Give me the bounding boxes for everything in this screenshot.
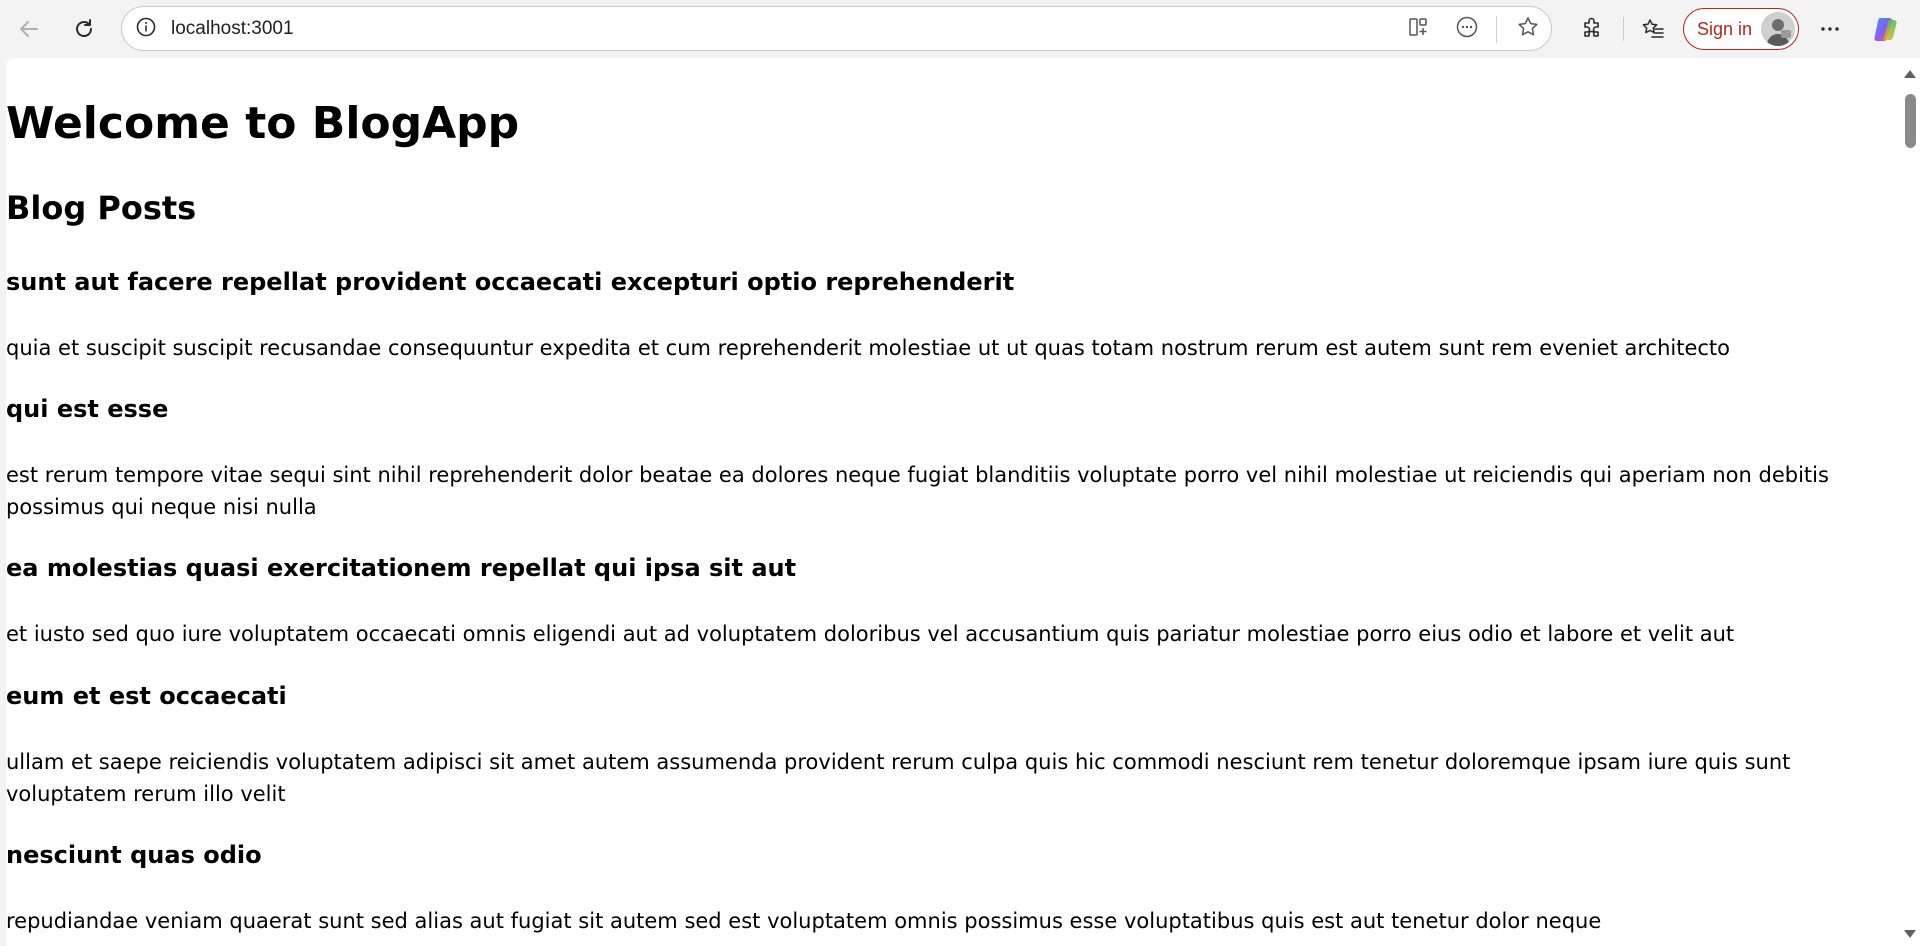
favorite-button[interactable] [1512, 13, 1544, 45]
favorites-icon [1640, 16, 1666, 42]
toolbar-divider [1623, 17, 1624, 41]
url-text[interactable]: localhost:3001 [171, 18, 294, 40]
post-title: sunt aut facere repellat provident occae… [6, 268, 1015, 296]
scroll-up-arrow[interactable] [1904, 70, 1916, 78]
post-title: ea molestias quasi exercitationem repell… [6, 554, 797, 582]
extensions-button[interactable] [1575, 12, 1609, 46]
copilot-icon [1871, 14, 1901, 44]
split-screen-icon [1407, 16, 1429, 42]
address-divider [1496, 16, 1497, 43]
post-title: eum et est occaecati [6, 682, 287, 710]
refresh-button[interactable] [67, 12, 101, 46]
profile-avatar [1761, 12, 1795, 46]
more-tools-button[interactable] [1451, 13, 1483, 45]
page-viewport: Welcome to BlogApp Blog Posts sunt aut f… [6, 58, 1920, 946]
post-title: nesciunt quas odio [6, 841, 262, 869]
copilot-button[interactable] [1869, 12, 1903, 46]
browser-toolbar: localhost:3001 Sign in [0, 0, 1920, 58]
settings-more-button[interactable] [1813, 12, 1847, 46]
more-tools-icon [1455, 15, 1479, 43]
scroll-down-arrow[interactable] [1904, 930, 1916, 938]
scroll-thumb[interactable] [1905, 94, 1916, 148]
vertical-scrollbar[interactable] [1900, 58, 1920, 946]
extensions-icon [1579, 16, 1605, 42]
site-info-button[interactable] [130, 13, 162, 45]
site-info-icon [135, 16, 157, 42]
section-title: Blog Posts [6, 189, 197, 227]
post-body: repudiandae veniam quaerat sunt sed alia… [6, 909, 1602, 933]
post-body: ullam et saepe reiciendis voluptatem adi… [6, 750, 1791, 806]
post-body: est rerum tempore vitae sequi sint nihil… [6, 463, 1829, 519]
split-screen-button[interactable] [1402, 13, 1434, 45]
refresh-icon [71, 16, 97, 42]
page-title: Welcome to BlogApp [6, 98, 520, 149]
signin-button[interactable]: Sign in [1683, 8, 1799, 50]
post-title: qui est esse [6, 395, 169, 423]
favorites-button[interactable] [1636, 12, 1670, 46]
address-bar[interactable]: localhost:3001 [121, 6, 1552, 51]
favorite-star-icon [1516, 15, 1540, 43]
post-body: et iusto sed quo iure voluptatem occaeca… [6, 622, 1735, 646]
settings-more-icon [1817, 16, 1843, 42]
post-body: quia et suscipit suscipit recusandae con… [6, 336, 1731, 360]
back-button[interactable] [12, 12, 46, 46]
signin-label: Sign in [1697, 19, 1753, 39]
back-icon [16, 16, 42, 42]
